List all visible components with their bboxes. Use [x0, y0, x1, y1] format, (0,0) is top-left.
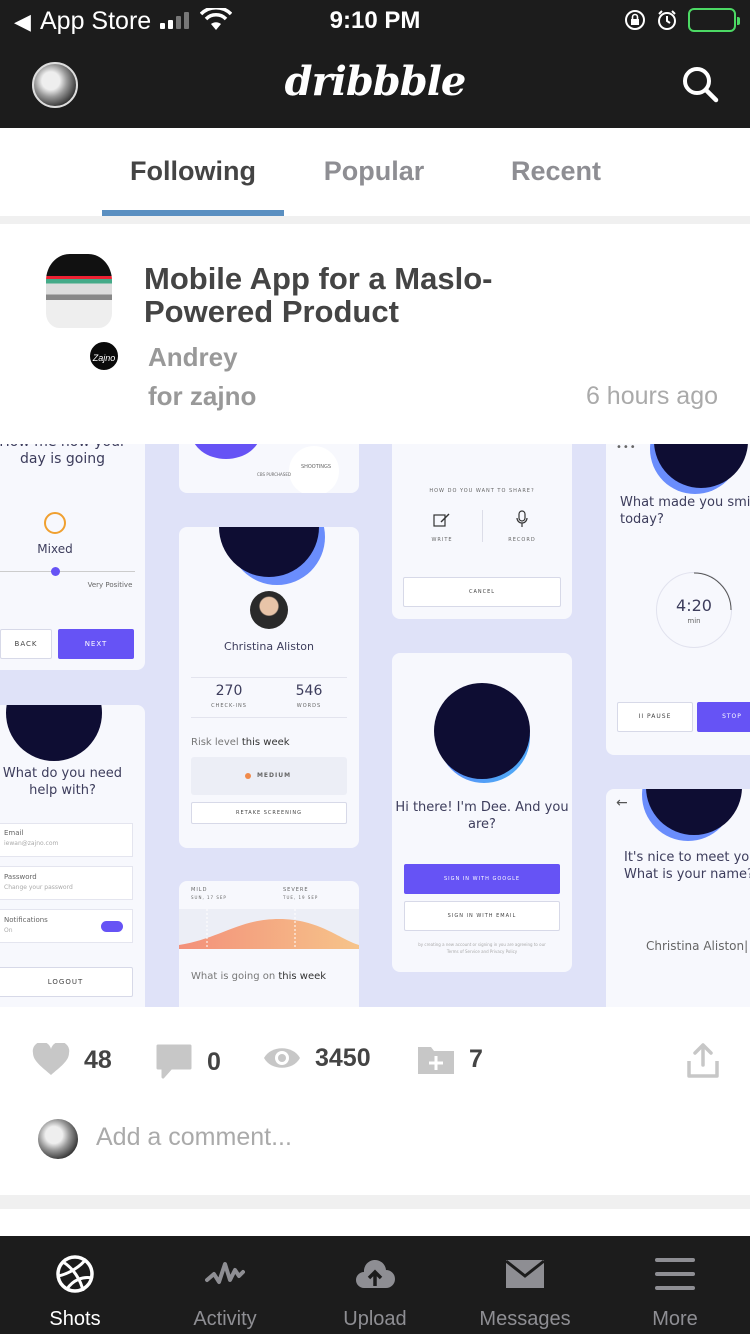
team-badge: Zajno: [88, 340, 120, 372]
feed-tabs: Following Popular Recent: [0, 128, 750, 216]
dribbble-logo: dribbble: [284, 58, 467, 105]
welcome-card: Hi there! I'm Dee. And you are? SIGN IN …: [392, 653, 572, 972]
menu-icon: [655, 1258, 695, 1290]
profile-photo: [250, 591, 288, 629]
pause-button[interactable]: II PAUSE: [617, 702, 693, 732]
trend-chart: [179, 909, 359, 949]
views-count: 3450: [315, 1043, 371, 1072]
tab-recent[interactable]: Recent: [465, 128, 647, 216]
divider: [0, 1195, 750, 1209]
pencil-icon: [433, 513, 450, 527]
search-icon[interactable]: [680, 64, 720, 104]
stop-button[interactable]: STOP: [697, 702, 750, 732]
shot-header: Zajno Mobile App for a Maslo-Powered Pro…: [0, 224, 750, 444]
comments-stat[interactable]: 0: [155, 1043, 221, 1081]
my-avatar: [38, 1119, 78, 1159]
author-name[interactable]: Andrey: [148, 342, 238, 373]
comments-count: 0: [207, 1047, 221, 1076]
back-arrow-icon: ←: [616, 795, 628, 811]
comment-input[interactable]: Add a comment...: [96, 1123, 292, 1152]
dribbble-ball-icon: [56, 1255, 94, 1293]
post-timestamp: 6 hours ago: [585, 382, 718, 410]
stats-card: CBS PURCHASED SHOOTINGS: [179, 444, 359, 493]
app-header: dribbble: [0, 44, 750, 128]
status-bar: ◀ App Store 9:10 PM: [0, 0, 750, 44]
buckets-stat[interactable]: 7: [417, 1043, 483, 1075]
comment-bubble-icon: [156, 1044, 192, 1079]
cancel-button[interactable]: CANCEL: [403, 577, 561, 607]
timer-card: ••• What made you smile today? 4:20 min …: [606, 444, 750, 755]
settings-card: What do you need help with? Email iewan@…: [0, 705, 145, 1007]
divider: [0, 216, 750, 224]
author-avatar[interactable]: Zajno: [40, 254, 120, 372]
tabbar-messages[interactable]: Messages: [450, 1236, 600, 1334]
tab-following[interactable]: Following: [102, 128, 284, 216]
sign-in-email-button[interactable]: SIGN IN WITH EMAIL: [404, 901, 560, 931]
tab-popular[interactable]: Popular: [283, 128, 465, 216]
upload-cloud-icon: [356, 1259, 395, 1288]
buckets-count: 7: [469, 1044, 483, 1073]
heart-icon: [32, 1043, 70, 1075]
next-button[interactable]: NEXT: [58, 629, 134, 659]
back-button[interactable]: BACK: [0, 629, 52, 659]
tabbar-shots[interactable]: Shots: [0, 1236, 150, 1334]
comment-composer: Add a comment...: [0, 1107, 750, 1195]
tabbar-more[interactable]: More: [600, 1236, 750, 1334]
activity-icon: [205, 1262, 245, 1284]
face-icon: [44, 512, 66, 534]
mood-slider-thumb[interactable]: [51, 567, 60, 576]
alarm-icon: [658, 10, 676, 30]
share-card: HOW DO YOU WANT TO SHARE? WRITE RECORD C…: [392, 444, 572, 619]
likes-count: 48: [84, 1045, 112, 1074]
team-name[interactable]: for zajno: [148, 381, 256, 412]
tabbar-upload[interactable]: Upload: [300, 1236, 450, 1334]
envelope-icon: [505, 1259, 545, 1288]
bottom-tab-bar: Shots Activity Upload Messages More: [0, 1236, 750, 1334]
logout-button[interactable]: LOGOUT: [0, 967, 133, 997]
shot-stats: 48 0 3450 7: [0, 1007, 750, 1107]
share-icon[interactable]: [686, 1043, 720, 1079]
views-stat: 3450: [263, 1043, 371, 1073]
trend-card: MILD SUN, 17 SEP SEVERE TUE, 19 SEP What…: [179, 881, 359, 1007]
likes-stat[interactable]: 48: [32, 1043, 112, 1077]
notifications-toggle[interactable]: [101, 921, 123, 932]
mood-card: How me how your day is going Mixed Very …: [0, 444, 145, 670]
eye-icon: [264, 1048, 300, 1068]
retake-screening-button[interactable]: RETAKE SCREENING: [191, 802, 347, 824]
sign-in-google-button[interactable]: SIGN IN WITH GOOGLE: [404, 864, 560, 894]
tabbar-activity[interactable]: Activity: [150, 1236, 300, 1334]
microphone-icon: [516, 510, 528, 527]
profile-card: Christina Aliston 270 CHECK-INS 546 WORD…: [179, 527, 359, 848]
name-card: ← It's nice to meet you. What is your na…: [606, 789, 750, 1007]
shot-title[interactable]: Mobile App for a Maslo-Powered Product: [144, 262, 564, 328]
add-to-bucket-icon: [418, 1047, 454, 1074]
rotation-lock-icon: [625, 10, 645, 30]
shot-image[interactable]: How me how your day is going Mixed Very …: [0, 444, 750, 1007]
battery-icon: [688, 8, 740, 32]
